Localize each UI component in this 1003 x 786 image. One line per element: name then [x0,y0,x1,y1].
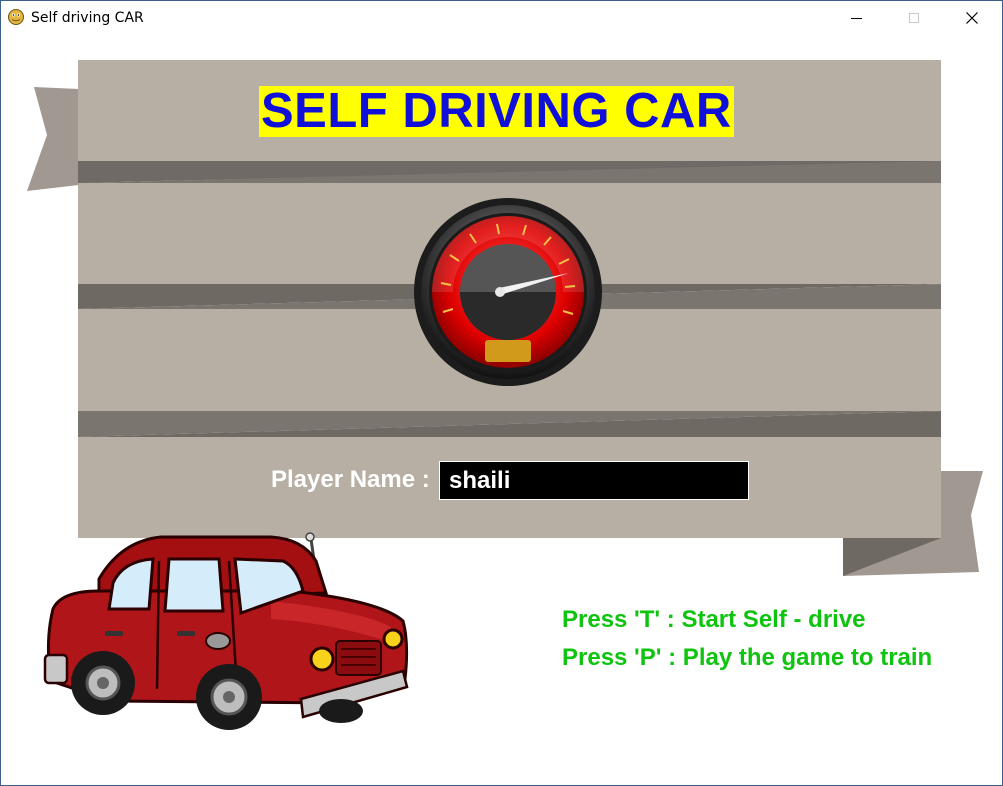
speedometer-icon [414,198,602,386]
player-name-label: Player Name : [271,466,430,493]
window-title: Self driving CAR [31,10,144,26]
maximize-icon [909,13,919,23]
minimize-icon [850,17,862,19]
player-name-input[interactable]: shaili [439,461,749,500]
pygame-snake-icon [8,9,24,25]
close-button[interactable] [943,1,1001,35]
minimize-button[interactable] [827,1,885,35]
maximize-button[interactable] [885,1,943,35]
red-car-icon [43,532,409,730]
game-window: Self driving CAR SELF DRIVING CAR Player… [0,0,1003,786]
close-icon [966,12,978,24]
game-canvas: SELF DRIVING CAR Player Name: shaili Pr… [1,35,1002,785]
instruction-start-self-drive: Press 'T' : Start Self - drive [562,606,866,633]
game-title: SELF DRIVING CAR [259,84,734,138]
title-bar[interactable]: Self driving CAR [1,1,1002,35]
instruction-play-to-train: Press 'P' : Play the game to train [562,644,933,671]
